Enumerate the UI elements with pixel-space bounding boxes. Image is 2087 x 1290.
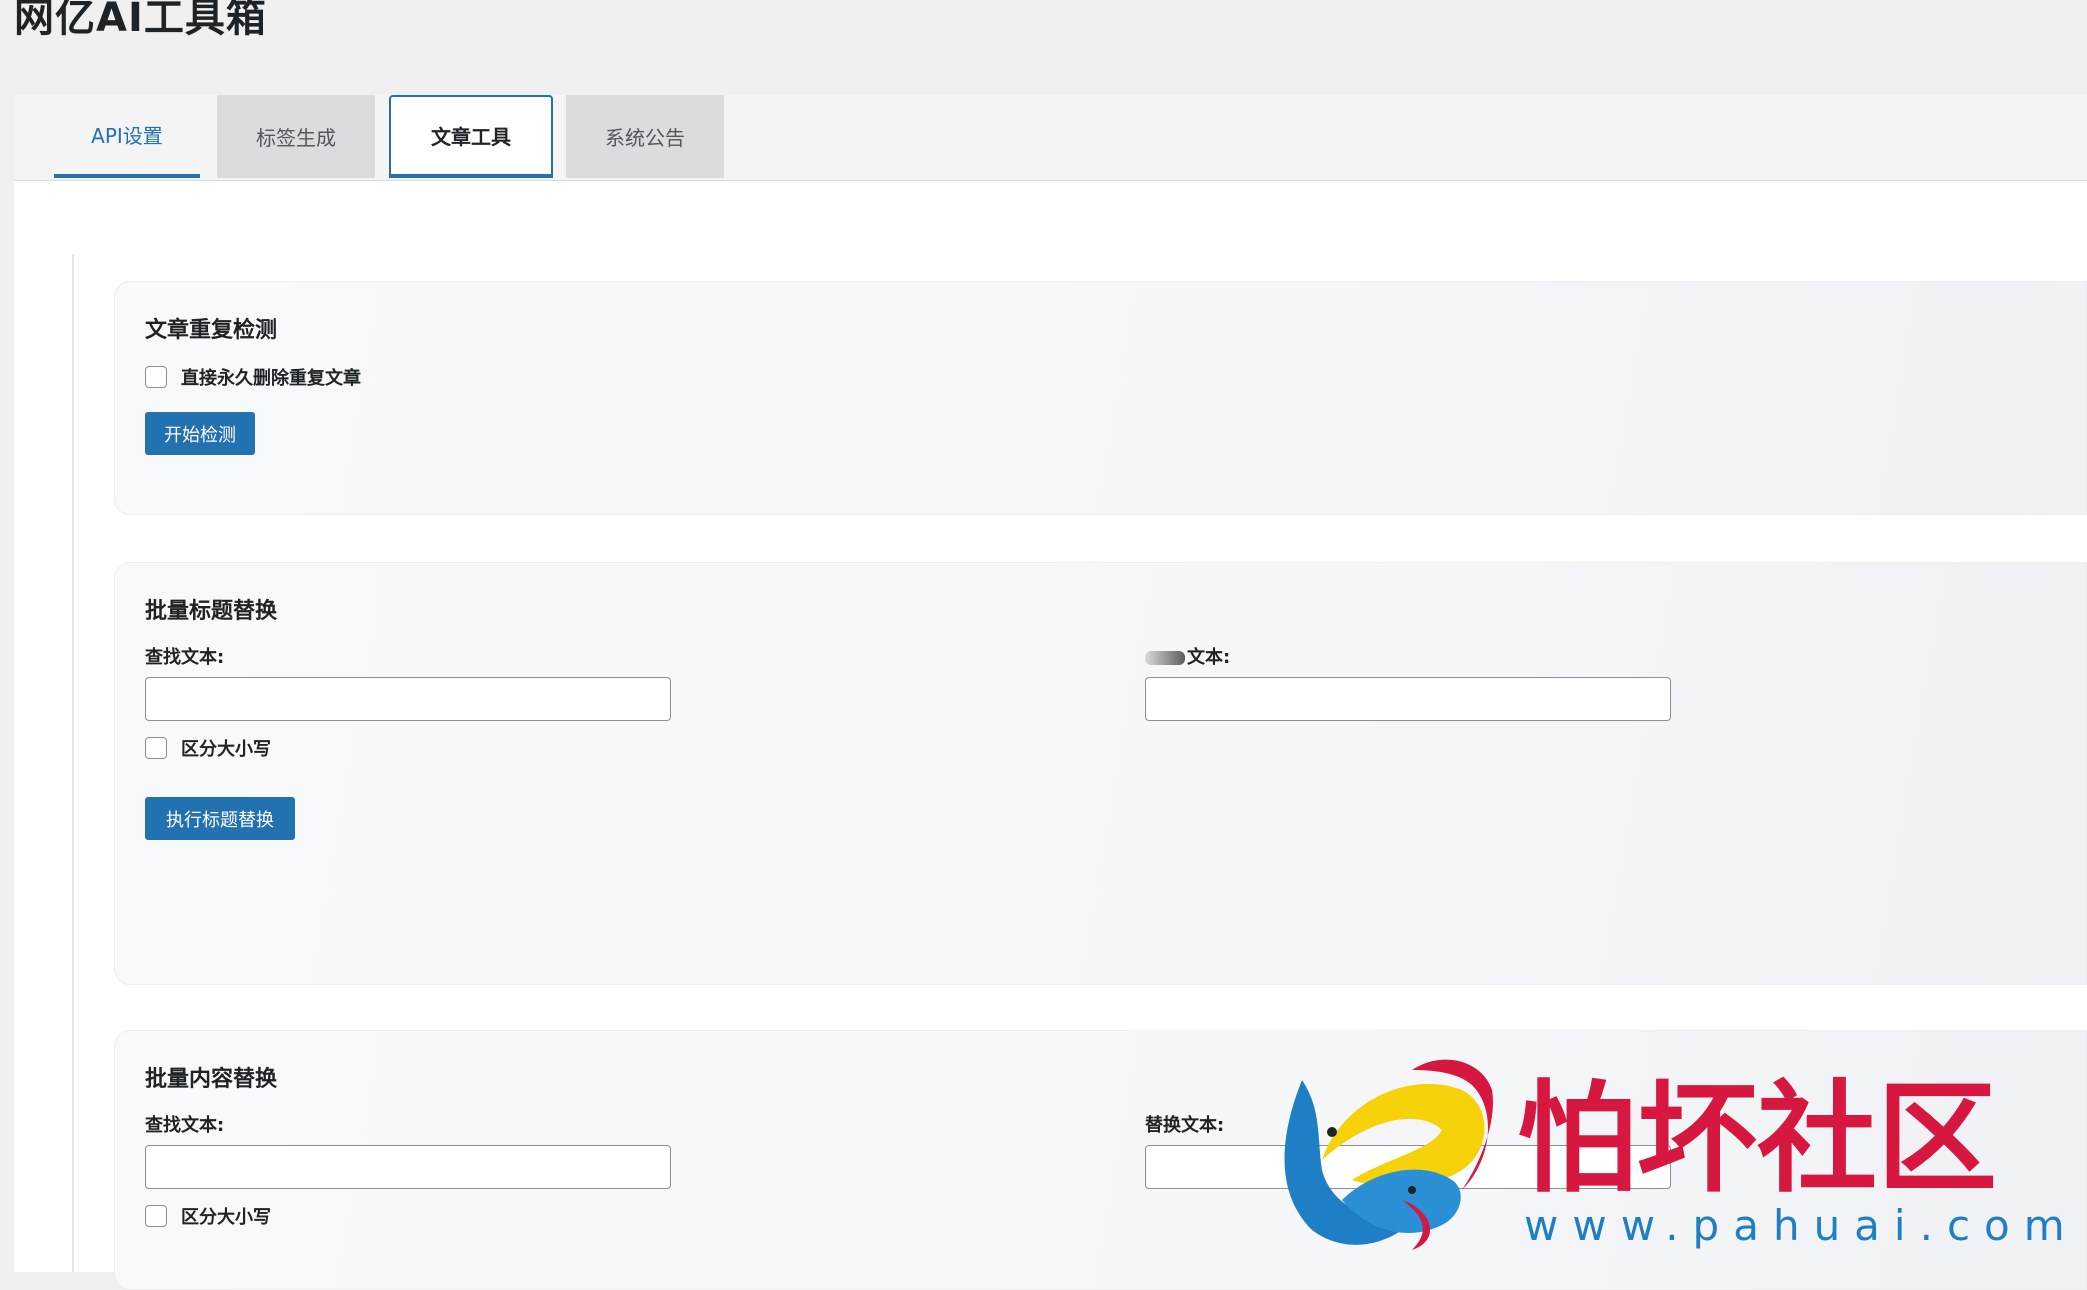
content-find-input[interactable] xyxy=(145,1145,671,1189)
tab-api-settings[interactable]: API设置 xyxy=(54,95,200,178)
content-replace-title: 批量内容替换 xyxy=(145,1067,278,1092)
delete-duplicates-checkbox[interactable] xyxy=(145,366,167,388)
duplicate-check-card: 文章重复检测 直接永久删除重复文章 开始检测 xyxy=(114,281,2087,515)
redacted-mark xyxy=(1145,651,1185,665)
app-title: 网亿AI工具箱 xyxy=(14,0,267,41)
title-replace-input[interactable] xyxy=(1145,677,1671,721)
delete-duplicates-option: 直接永久删除重复文章 xyxy=(145,364,361,390)
content-replace-card: 批量内容替换 查找文本: 替换文本: 区分大小写 xyxy=(114,1030,2087,1290)
tab-article-tools[interactable]: 文章工具 xyxy=(389,95,553,178)
tab-bar: API设置 标签生成 文章工具 系统公告 xyxy=(14,95,2087,182)
start-check-button[interactable]: 开始检测 xyxy=(145,412,255,455)
divider xyxy=(72,254,74,1272)
article-tools-panel: 文章重复检测 直接永久删除重复文章 开始检测 批量标题替换 查找文本: 文本: … xyxy=(14,181,2087,1290)
duplicate-check-title: 文章重复检测 xyxy=(145,318,278,343)
content-case-option: 区分大小写 xyxy=(145,1203,271,1229)
title-replace-card: 批量标题替换 查找文本: 文本: 区分大小写 执行标题替换 xyxy=(114,562,2087,985)
tab-tag-generation[interactable]: 标签生成 xyxy=(217,95,375,178)
content-case-checkbox[interactable] xyxy=(145,1205,167,1227)
execute-title-replace-button[interactable]: 执行标题替换 xyxy=(145,797,295,840)
title-replace-title: 批量标题替换 xyxy=(145,599,278,624)
title-case-checkbox[interactable] xyxy=(145,737,167,759)
title-replace-label-text: 文本: xyxy=(1187,647,1231,668)
content-find-label: 查找文本: xyxy=(145,1115,225,1136)
title-find-label: 查找文本: xyxy=(145,647,225,668)
title-replace-label: 文本: xyxy=(1145,643,1230,669)
content-case-label: 区分大小写 xyxy=(181,1207,271,1228)
tab-system-notice[interactable]: 系统公告 xyxy=(566,95,724,178)
title-case-label: 区分大小写 xyxy=(181,739,271,760)
content-replace-label: 替换文本: xyxy=(1145,1115,1225,1136)
delete-duplicates-label: 直接永久删除重复文章 xyxy=(181,368,361,389)
title-find-input[interactable] xyxy=(145,677,671,721)
content-replace-input[interactable] xyxy=(1145,1145,1671,1189)
title-case-option: 区分大小写 xyxy=(145,735,271,761)
